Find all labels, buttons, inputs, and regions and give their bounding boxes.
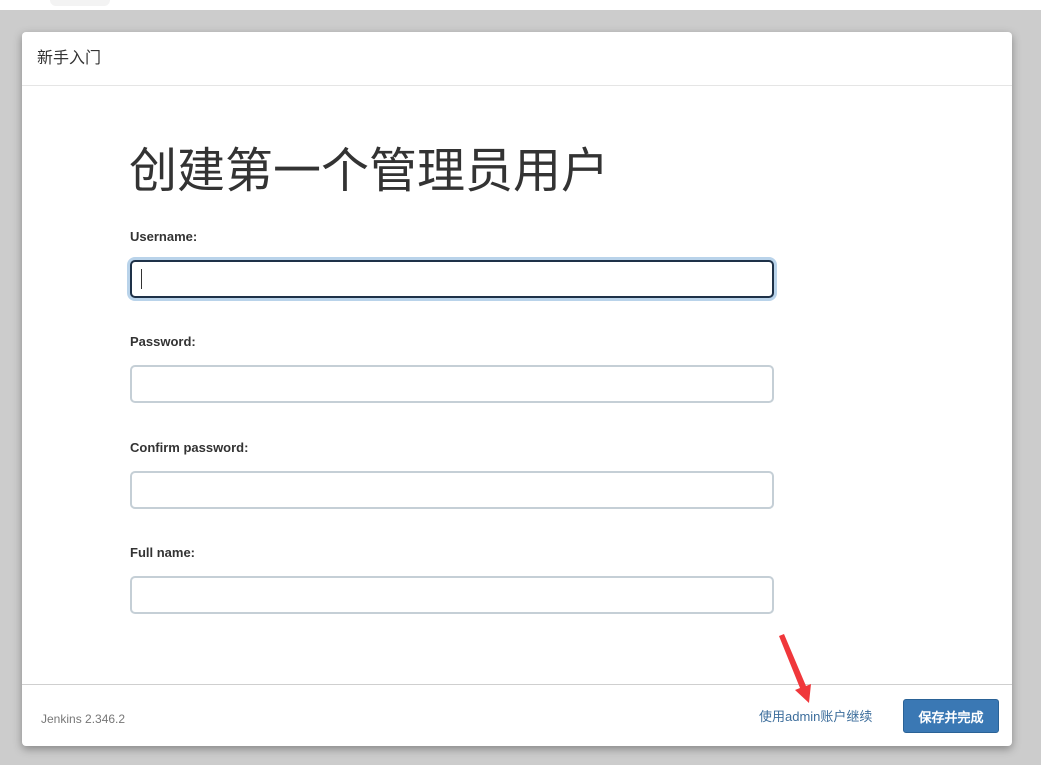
confirm-password-label: Confirm password: (130, 440, 249, 455)
dialog-header: 新手入门 (22, 32, 1012, 86)
text-caret (141, 269, 142, 289)
password-input[interactable] (130, 365, 774, 403)
username-input[interactable] (130, 260, 774, 298)
dialog-title: 新手入门 (37, 50, 102, 67)
tab-edge (50, 0, 110, 6)
confirm-password-input[interactable] (130, 471, 774, 509)
browser-top-strip (0, 0, 1041, 10)
full-name-input[interactable] (130, 576, 774, 614)
page-title: 创建第一个管理员用户 (129, 145, 610, 198)
password-label: Password: (130, 334, 196, 349)
full-name-label: Full name: (130, 545, 196, 560)
dialog-footer: Jenkins 2.346.2 使用admin账户继续 保存并完成 (22, 684, 1012, 746)
continue-as-admin-link[interactable]: 使用admin账户继续 (759, 708, 872, 726)
save-and-finish-button[interactable]: 保存并完成 (903, 699, 999, 733)
setup-wizard-dialog: 新手入门 创建第一个管理员用户 Username: Password: Conf… (22, 32, 1012, 746)
jenkins-version: Jenkins 2.346.2 (41, 712, 126, 726)
username-label: Username: (130, 229, 198, 244)
